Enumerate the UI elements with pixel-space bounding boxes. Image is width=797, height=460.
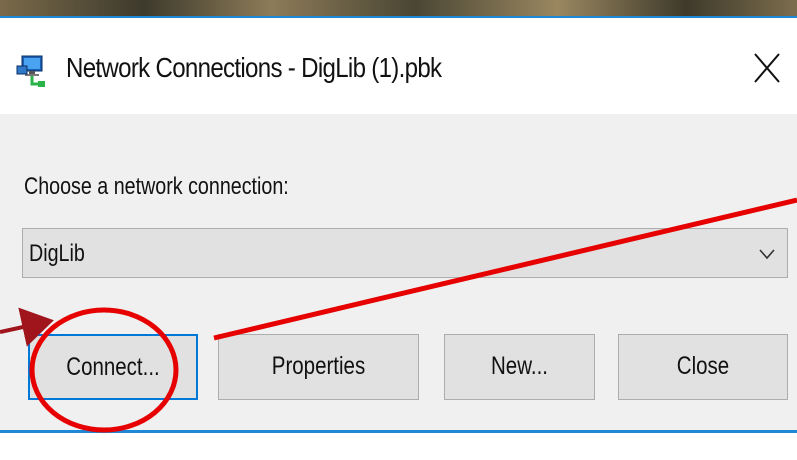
- window-title: Network Connections - DigLib (1).pbk: [66, 52, 442, 83]
- chevron-down-icon: [759, 249, 775, 260]
- properties-button[interactable]: Properties: [218, 334, 419, 400]
- connect-button[interactable]: Connect...: [28, 334, 198, 400]
- below-window: [0, 433, 797, 460]
- close-button[interactable]: Close: [618, 334, 788, 400]
- screenshot: Network Connections - DigLib (1).pbk Cho…: [0, 0, 797, 460]
- selected-connection: DigLib: [29, 240, 85, 267]
- close-icon[interactable]: [748, 48, 788, 88]
- connection-dropdown[interactable]: DigLib: [22, 228, 788, 278]
- title-bar: Network Connections - DigLib (1).pbk: [0, 18, 797, 114]
- new-button-label: New...: [491, 352, 548, 380]
- desktop-background: [0, 0, 797, 16]
- choose-connection-label: Choose a network connection:: [24, 173, 289, 200]
- network-connections-icon: [16, 55, 45, 87]
- connect-button-label: Connect...: [66, 353, 160, 381]
- close-button-label: Close: [676, 352, 730, 380]
- new-button[interactable]: New...: [444, 334, 595, 400]
- properties-button-label: Properties: [271, 352, 366, 380]
